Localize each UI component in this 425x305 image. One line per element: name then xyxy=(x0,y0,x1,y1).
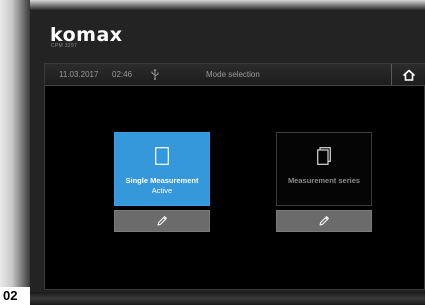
status-date: 11.03.2017 xyxy=(59,70,99,79)
model-label: CPM 3297 xyxy=(51,43,78,49)
device-photo: komax CPM 3297 11.03.2017 02:46 Mode sel… xyxy=(0,0,425,305)
figure-number: 02 xyxy=(0,287,30,305)
screen-title: Mode selection xyxy=(206,70,260,79)
tile-label: Single Measurement xyxy=(125,176,199,185)
status-time: 02:46 xyxy=(112,70,133,79)
edit-single-measurement-button[interactable] xyxy=(114,210,210,232)
edit-measurement-series-button[interactable] xyxy=(276,210,372,232)
pencil-icon xyxy=(319,216,329,226)
tile-label: Measurement series xyxy=(287,176,361,185)
pencil-icon xyxy=(157,216,167,226)
single-measurement-tile[interactable]: Single Measurement Active xyxy=(114,132,210,206)
single-page-icon xyxy=(155,147,169,165)
status-bar: 11.03.2017 02:46 Mode selection xyxy=(45,64,425,86)
touch-screen: 11.03.2017 02:46 Mode selection Single M… xyxy=(44,63,425,290)
usb-icon xyxy=(151,69,159,80)
measurement-series-tile[interactable]: Measurement series xyxy=(276,132,372,206)
tile-status: Active xyxy=(151,186,173,195)
device-bezel-left xyxy=(0,0,30,305)
device-bezel-top xyxy=(30,0,425,10)
home-icon xyxy=(402,69,416,81)
device-bottom-edge xyxy=(30,292,425,305)
stacked-pages-icon xyxy=(317,147,331,165)
home-button[interactable] xyxy=(391,64,425,85)
